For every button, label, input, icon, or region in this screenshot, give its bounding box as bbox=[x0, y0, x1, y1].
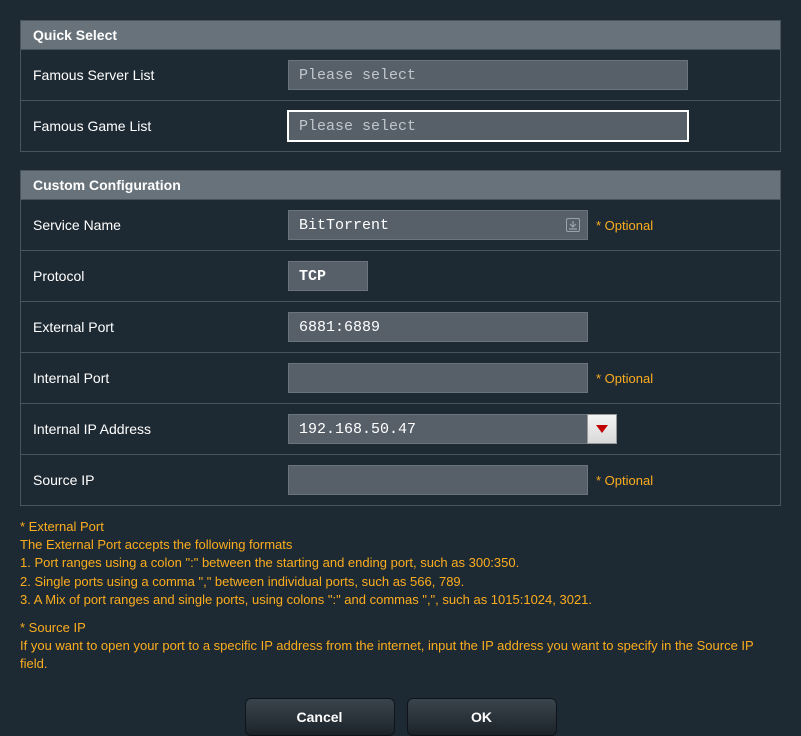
external-port-row: External Port bbox=[21, 302, 780, 353]
internal-port-input[interactable] bbox=[288, 363, 588, 393]
service-name-label: Service Name bbox=[33, 217, 288, 233]
external-port-label: External Port bbox=[33, 319, 288, 335]
ok-button[interactable]: OK bbox=[407, 698, 557, 736]
internal-port-label: Internal Port bbox=[33, 370, 288, 386]
help-external-port-line1: 1. Port ranges using a colon ":" between… bbox=[20, 554, 781, 572]
protocol-row: Protocol TCP bbox=[21, 251, 780, 302]
help-source-ip-body: If you want to open your port to a speci… bbox=[20, 637, 781, 673]
famous-server-row: Famous Server List Please select bbox=[21, 50, 780, 101]
hint-icon bbox=[566, 218, 580, 232]
button-bar: Cancel OK bbox=[20, 698, 781, 736]
optional-tag: * Optional bbox=[596, 371, 653, 386]
chevron-down-icon bbox=[596, 425, 608, 433]
help-external-port-line3: 3. A Mix of port ranges and single ports… bbox=[20, 591, 781, 609]
optional-tag: * Optional bbox=[596, 473, 653, 488]
source-ip-input[interactable] bbox=[288, 465, 588, 495]
custom-config-body: Service Name * Optional Protocol TCP Ext… bbox=[20, 200, 781, 506]
internal-ip-row: Internal IP Address bbox=[21, 404, 780, 455]
famous-game-row: Famous Game List Please select bbox=[21, 101, 780, 151]
internal-ip-input[interactable] bbox=[288, 414, 588, 444]
quick-select-header: Quick Select bbox=[20, 20, 781, 50]
internal-port-row: Internal Port * Optional bbox=[21, 353, 780, 404]
cancel-button[interactable]: Cancel bbox=[245, 698, 395, 736]
famous-server-select[interactable]: Please select bbox=[288, 60, 688, 90]
external-port-input[interactable] bbox=[288, 312, 588, 342]
famous-server-label: Famous Server List bbox=[33, 67, 288, 83]
help-external-port-line2: 2. Single ports using a comma "," betwee… bbox=[20, 573, 781, 591]
protocol-label: Protocol bbox=[33, 268, 288, 284]
help-text: * External Port The External Port accept… bbox=[20, 518, 781, 674]
quick-select-body: Famous Server List Please select Famous … bbox=[20, 50, 781, 152]
help-source-ip-title: * Source IP bbox=[20, 619, 781, 637]
source-ip-label: Source IP bbox=[33, 472, 288, 488]
famous-game-select[interactable]: Please select bbox=[288, 111, 688, 141]
help-external-port-intro: The External Port accepts the following … bbox=[20, 536, 781, 554]
service-name-input[interactable] bbox=[288, 210, 588, 240]
custom-config-header: Custom Configuration bbox=[20, 170, 781, 200]
ip-dropdown-button[interactable] bbox=[587, 414, 617, 444]
optional-tag: * Optional bbox=[596, 218, 653, 233]
famous-game-label: Famous Game List bbox=[33, 118, 288, 134]
internal-ip-label: Internal IP Address bbox=[33, 421, 288, 437]
protocol-select[interactable]: TCP bbox=[288, 261, 368, 291]
help-external-port-title: * External Port bbox=[20, 518, 781, 536]
source-ip-row: Source IP * Optional bbox=[21, 455, 780, 505]
service-name-row: Service Name * Optional bbox=[21, 200, 780, 251]
